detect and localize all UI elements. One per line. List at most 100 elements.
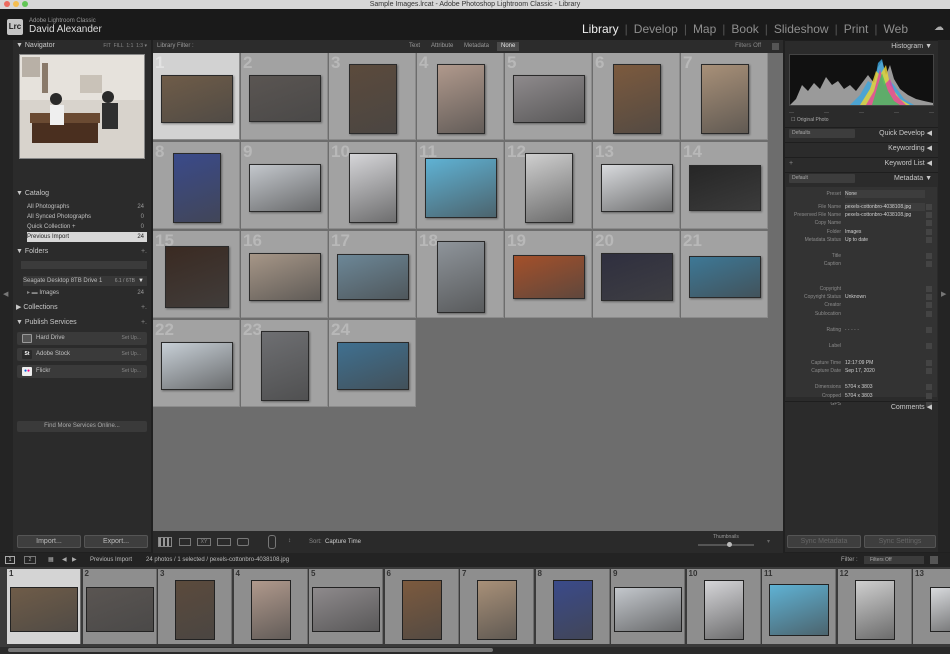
catalog-item[interactable]: All Synced Photographs 0 (27, 212, 147, 222)
filmstrip-cell[interactable]: 7 (460, 569, 534, 644)
survey-view-icon[interactable] (217, 538, 231, 546)
sync-metadata-button[interactable]: Sync Metadata (787, 535, 861, 548)
grid-cell[interactable]: 3 (329, 53, 416, 140)
slider-thumb[interactable] (727, 542, 732, 547)
secondary-window-button[interactable]: 2 (24, 556, 36, 564)
filmstrip-summary[interactable]: 24 photos / 1 selected / pexels-cottonbr… (146, 553, 289, 567)
photo-thumbnail[interactable] (612, 63, 661, 134)
filmstrip-cell[interactable]: 9 (611, 569, 685, 644)
metadata-action-icon[interactable] (926, 286, 932, 292)
filmstrip-thumbnail[interactable] (312, 587, 380, 632)
filmstrip-cell[interactable]: 5 (309, 569, 383, 644)
publish-flickr[interactable]: ●● Flickr Set Up... (17, 365, 147, 378)
filmstrip-filter-dropdown[interactable]: Filters Off (864, 556, 924, 564)
export-button[interactable]: Export... (84, 535, 148, 548)
identity-plate[interactable]: David Alexander (29, 24, 102, 35)
filmstrip-cell[interactable]: 11 (762, 569, 836, 644)
filters-off-dropdown[interactable]: Filters Off (735, 40, 761, 53)
filter-text-tab[interactable]: Text (405, 40, 424, 53)
filmstrip-cell[interactable]: 2 (82, 569, 157, 644)
grid-cell[interactable]: 11 (417, 142, 504, 229)
metadata-action-icon[interactable] (926, 253, 932, 260)
find-more-services-button[interactable]: Find More Services Online... (17, 421, 147, 432)
filter-lock-icon[interactable] (930, 556, 938, 564)
grid-cell[interactable]: 24 (329, 320, 416, 407)
filmstrip-thumbnail[interactable] (930, 587, 950, 632)
photo-thumbnail[interactable] (348, 152, 397, 223)
painter-icon[interactable] (268, 535, 276, 549)
module-library[interactable]: Library (576, 22, 625, 36)
publish-hard-drive[interactable]: Hard Drive Set Up... (17, 332, 147, 345)
people-view-icon[interactable] (237, 538, 249, 546)
import-button[interactable]: Import... (17, 535, 81, 548)
grid-cell[interactable]: 14 (681, 142, 768, 229)
grid-cell[interactable]: 15 (153, 231, 240, 318)
folder-search-bar[interactable] (21, 261, 147, 269)
navigator-header[interactable]: ▼ Navigator FIT FILL 1:1 1:3 ▾ (13, 40, 151, 52)
filmstrip-thumbnail[interactable] (175, 579, 215, 640)
filmstrip-cell[interactable]: 10 (686, 569, 761, 644)
grid-cell[interactable]: 18 (417, 231, 504, 318)
grid-cell[interactable]: 17 (329, 231, 416, 318)
grid-cell[interactable]: 12 (505, 142, 592, 229)
grid-cell[interactable]: 2 (241, 53, 328, 140)
metadata-action-icon[interactable] (926, 392, 932, 399)
metadata-action-icon[interactable] (926, 359, 932, 366)
photo-thumbnail[interactable] (424, 157, 497, 218)
grid-cell[interactable]: 6 (593, 53, 680, 140)
metadata-preset-dropdown[interactable]: None (845, 190, 925, 198)
original-photo-checkbox[interactable]: ☐ Original Photo (791, 117, 829, 123)
grid-cell[interactable]: 7 (681, 53, 768, 140)
module-develop[interactable]: Develop (628, 22, 684, 36)
filmstrip-thumbnail[interactable] (552, 579, 593, 640)
photo-thumbnail[interactable] (436, 63, 485, 134)
photo-thumbnail[interactable] (172, 152, 221, 223)
photo-thumbnail[interactable] (512, 254, 585, 299)
module-book[interactable]: Book (725, 22, 764, 36)
toolbar-menu-icon[interactable]: ▾ (767, 538, 770, 545)
grid-cell[interactable]: 23 (241, 320, 328, 407)
keywording-header[interactable]: Keywording ◀ (785, 142, 938, 154)
add-folder-icon[interactable]: +. (141, 246, 147, 258)
module-print[interactable]: Print (838, 22, 875, 36)
folder-item[interactable]: ▸ ▬ Images 24 (27, 288, 147, 298)
main-window-button[interactable]: 1 (5, 556, 15, 564)
close-icon[interactable] (4, 1, 10, 7)
grid-view-icon[interactable] (158, 537, 172, 547)
minimize-icon[interactable] (13, 1, 19, 7)
photo-thumbnail[interactable] (600, 252, 673, 301)
catalog-item[interactable]: Quick Collection +0 (27, 222, 147, 232)
filmstrip-cell[interactable]: 8 (535, 569, 610, 644)
metadata-action-icon[interactable] (926, 212, 932, 219)
photo-thumbnail[interactable] (260, 330, 309, 401)
publish-adobe-stock[interactable]: St Adobe Stock Set Up... (17, 348, 147, 361)
publish-services-header[interactable]: ▼ Publish Services +. (13, 317, 151, 329)
photo-thumbnail[interactable] (524, 152, 573, 223)
catalog-item[interactable]: All Photographs 24 (27, 202, 147, 212)
grid-cell[interactable]: 19 (505, 231, 592, 318)
grid-cell[interactable]: 9 (241, 142, 328, 229)
cloud-sync-icon[interactable]: ☁ (934, 22, 944, 33)
histogram-chart[interactable] (789, 54, 934, 106)
metadata-action-icon[interactable] (926, 310, 932, 317)
add-publish-icon[interactable]: +. (141, 317, 147, 329)
filmstrip-thumbnail[interactable] (477, 579, 517, 640)
back-arrow-icon[interactable]: ◀ (62, 553, 67, 567)
filmstrip-scroll-thumb[interactable] (8, 648, 493, 652)
drive-row[interactable]: Seagate Desktop 8TB Drive 1 6.1 / 6TB ▼ (23, 276, 147, 286)
histogram-header[interactable]: Histogram ▼ (785, 40, 938, 52)
filmstrip-thumbnail[interactable] (854, 579, 895, 640)
filter-none-tab[interactable]: None (497, 42, 520, 51)
grid-cell[interactable]: 1 (153, 53, 240, 140)
filter-metadata-tab[interactable]: Metadata (460, 40, 493, 53)
filmstrip-cell[interactable]: 6 (384, 569, 459, 644)
metadata-action-icon[interactable] (926, 261, 932, 268)
left-panel-toggle[interactable]: ◀ (0, 40, 13, 552)
collapse-left-icon[interactable]: ◀ (3, 290, 8, 298)
filmstrip-thumbnail[interactable] (250, 579, 291, 640)
photo-thumbnail[interactable] (688, 255, 761, 298)
collapse-right-icon[interactable]: ▶ (941, 290, 946, 298)
grid-cell[interactable]: 13 (593, 142, 680, 229)
sync-settings-button[interactable]: Sync Settings (864, 535, 936, 548)
collections-header[interactable]: ▶ Collections +. (13, 302, 151, 314)
